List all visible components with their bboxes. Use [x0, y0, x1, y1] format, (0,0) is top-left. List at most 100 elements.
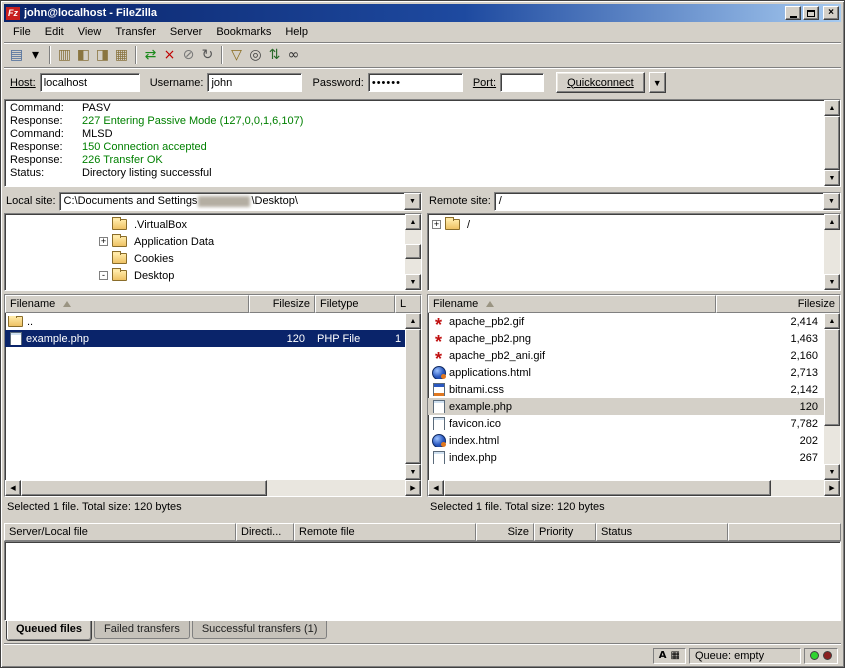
- scroll-up-icon[interactable]: ▲: [824, 100, 840, 116]
- title-bar[interactable]: Fz john@localhost - FileZilla ×: [4, 4, 841, 22]
- menu-item-file[interactable]: File: [6, 23, 38, 41]
- tree-item[interactable]: .VirtualBox: [99, 216, 405, 233]
- scrollbar-thumb[interactable]: [824, 329, 840, 426]
- quickconnect-dropdown-icon[interactable]: ▼: [649, 72, 666, 93]
- scroll-down-icon[interactable]: ▼: [824, 464, 840, 480]
- column-header-filename[interactable]: Filename: [428, 295, 716, 313]
- scrollbar-thumb[interactable]: [405, 329, 421, 464]
- scrollbar-thumb[interactable]: [21, 480, 267, 496]
- tab-successful-transfers-1[interactable]: Successful transfers (1): [192, 621, 328, 639]
- column-header-status[interactable]: Status: [596, 523, 728, 541]
- host-input[interactable]: [40, 73, 140, 92]
- scrollbar-track[interactable]: [444, 480, 824, 496]
- file-row[interactable]: apache_pb2_ani.gif2,160: [428, 347, 824, 364]
- file-row[interactable]: apache_pb2.png1,463: [428, 330, 824, 347]
- scroll-down-icon[interactable]: ▼: [405, 464, 421, 480]
- scrollbar-thumb[interactable]: [405, 244, 421, 259]
- column-header-filesize[interactable]: Filesize: [716, 295, 840, 313]
- file-row[interactable]: ..: [5, 313, 405, 330]
- file-row[interactable]: index.html202: [428, 432, 824, 449]
- scroll-down-icon[interactable]: ▼: [824, 170, 840, 186]
- toggle-log-icon[interactable]: ▥: [55, 45, 74, 65]
- compare-icon[interactable]: ◎: [246, 45, 265, 65]
- log-scrollbar[interactable]: ▲ ▼: [824, 100, 840, 186]
- scrollbar-track[interactable]: [405, 230, 421, 274]
- scrollbar-track[interactable]: [824, 329, 840, 464]
- column-header-l[interactable]: L: [395, 295, 421, 313]
- scroll-right-icon[interactable]: ▶: [824, 480, 840, 496]
- refresh-icon[interactable]: ⇄: [141, 45, 160, 65]
- column-header-filesize[interactable]: Filesize: [249, 295, 315, 313]
- scroll-down-icon[interactable]: ▼: [405, 274, 421, 290]
- file-row[interactable]: example.php120: [428, 398, 824, 415]
- scrollbar-thumb[interactable]: [444, 480, 771, 496]
- file-row[interactable]: applications.html2,713: [428, 364, 824, 381]
- tab-queued-files[interactable]: Queued files: [6, 621, 92, 641]
- menu-item-bookmarks[interactable]: Bookmarks: [209, 23, 278, 41]
- file-row[interactable]: example.php120PHP File1: [5, 330, 405, 347]
- remote-list-scrollbar[interactable]: ▲ ▼: [824, 313, 840, 480]
- filter-icon[interactable]: ▽: [227, 45, 246, 65]
- tree-item[interactable]: -Desktop: [99, 267, 405, 284]
- column-header-remote-file[interactable]: Remote file: [294, 523, 476, 541]
- scrollbar-thumb[interactable]: [824, 116, 840, 170]
- file-row[interactable]: favicon.ico7,782: [428, 415, 824, 432]
- remote-site-combo[interactable]: / ▼: [494, 192, 841, 211]
- scroll-right-icon[interactable]: ▶: [405, 480, 421, 496]
- file-row[interactable]: index.php267: [428, 449, 824, 466]
- scroll-up-icon[interactable]: ▲: [405, 214, 421, 230]
- toggle-queue-icon[interactable]: ▦: [112, 45, 131, 65]
- local-site-combo[interactable]: C:\Documents and Settings\Desktop\ ▼: [59, 192, 422, 211]
- column-header-size[interactable]: Size: [476, 523, 534, 541]
- site-manager-icon[interactable]: ▤: [7, 45, 26, 65]
- column-header-filename[interactable]: Filename: [5, 295, 249, 313]
- expand-icon[interactable]: +: [432, 220, 441, 229]
- scroll-left-icon[interactable]: ◀: [428, 480, 444, 496]
- minimize-button[interactable]: [785, 6, 801, 20]
- scrollbar-track[interactable]: [824, 230, 840, 274]
- tree-item[interactable]: +Application Data: [99, 233, 405, 250]
- menu-item-transfer[interactable]: Transfer: [108, 23, 163, 41]
- remote-tree-scrollbar[interactable]: ▲ ▼: [824, 214, 840, 290]
- column-header-filetype[interactable]: Filetype: [315, 295, 395, 313]
- scrollbar-track[interactable]: [824, 116, 840, 170]
- column-header-server-local-file[interactable]: Server/Local file: [4, 523, 236, 541]
- remote-list-hscrollbar[interactable]: ◀ ▶: [428, 480, 840, 496]
- toggle-remote-tree-icon[interactable]: ◨: [93, 45, 112, 65]
- local-tree-scrollbar[interactable]: ▲ ▼: [405, 214, 421, 290]
- menu-item-server[interactable]: Server: [163, 23, 209, 41]
- tab-failed-transfers[interactable]: Failed transfers: [94, 621, 190, 639]
- file-row[interactable]: bitnami.css2,142: [428, 381, 824, 398]
- cancel-icon[interactable]: ×: [160, 45, 179, 65]
- password-input[interactable]: [368, 73, 463, 92]
- local-site-dropdown-icon[interactable]: ▼: [404, 193, 421, 210]
- menu-item-edit[interactable]: Edit: [38, 23, 71, 41]
- scroll-down-icon[interactable]: ▼: [824, 274, 840, 290]
- scroll-left-icon[interactable]: ◀: [5, 480, 21, 496]
- scrollbar-track[interactable]: [405, 329, 421, 464]
- menu-item-help[interactable]: Help: [278, 23, 315, 41]
- scroll-up-icon[interactable]: ▲: [824, 313, 840, 329]
- close-button[interactable]: ×: [823, 6, 839, 20]
- scrollbar-track[interactable]: [21, 480, 405, 496]
- port-input[interactable]: [500, 73, 544, 92]
- username-input[interactable]: [207, 73, 302, 92]
- local-list-scrollbar[interactable]: ▲ ▼: [405, 313, 421, 480]
- tree-item[interactable]: +/: [432, 216, 824, 233]
- reconnect-icon[interactable]: ↻: [198, 45, 217, 65]
- column-header-priority[interactable]: Priority: [534, 523, 596, 541]
- menu-item-view[interactable]: View: [71, 23, 109, 41]
- find-icon[interactable]: ∞: [284, 45, 303, 65]
- scroll-up-icon[interactable]: ▲: [824, 214, 840, 230]
- column-header-directi[interactable]: Directi...: [236, 523, 294, 541]
- collapse-icon[interactable]: -: [99, 271, 108, 280]
- scroll-up-icon[interactable]: ▲: [405, 313, 421, 329]
- toggle-local-tree-icon[interactable]: ◧: [74, 45, 93, 65]
- remote-site-dropdown-icon[interactable]: ▼: [823, 193, 840, 210]
- tree-item[interactable]: Cookies: [99, 250, 405, 267]
- site-manager-dropdown-icon[interactable]: ▾: [26, 45, 45, 65]
- file-row[interactable]: apache_pb2.gif2,414: [428, 313, 824, 330]
- sync-browse-icon[interactable]: ⇅: [265, 45, 284, 65]
- quickconnect-button[interactable]: Quickconnect: [556, 72, 645, 93]
- local-list-hscrollbar[interactable]: ◀ ▶: [5, 480, 421, 496]
